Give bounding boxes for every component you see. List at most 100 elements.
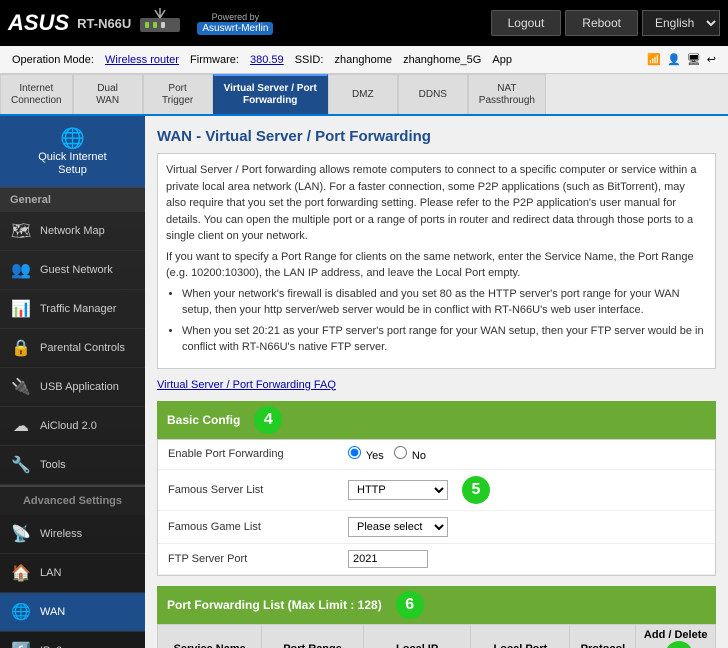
lan-icon: 🏠	[10, 562, 32, 584]
famous-game-row: Famous Game List Please select	[158, 511, 715, 544]
sidebar-advanced-title: Advanced Settings	[0, 485, 145, 515]
ftp-port-control	[348, 550, 428, 568]
desc-bullets: When your network's firewall is disabled…	[166, 286, 707, 356]
tab-dual-wan[interactable]: Dual WAN	[73, 74, 143, 114]
famous-game-select[interactable]: Please select	[348, 517, 448, 537]
logout-button[interactable]: Logout	[491, 10, 562, 36]
sidebar-label-usb-application: USB Application	[40, 381, 119, 394]
wan-icon: 🌐	[10, 601, 32, 623]
sidebar-general-title: General	[0, 187, 145, 212]
famous-server-select[interactable]: HTTP FTP HTTPS SMTP	[348, 480, 448, 500]
ssid-value: zhanghome	[335, 54, 393, 66]
language-select[interactable]: English	[642, 10, 720, 36]
enable-yes-radio[interactable]	[348, 446, 361, 459]
powered-by: Powered by Asuswrt-Merlin	[197, 12, 273, 35]
sidebar: 🌐 Quick Internet Setup General 🗺 Network…	[0, 116, 145, 648]
wifi-icon: 📶	[647, 53, 661, 66]
network-map-icon: 🗺	[10, 220, 32, 242]
firmware-value[interactable]: 380.59	[250, 54, 284, 66]
sidebar-label-lan: LAN	[40, 567, 61, 580]
sidebar-item-wan[interactable]: 🌐 WAN	[0, 593, 145, 632]
col-port-range: Port Range	[262, 624, 363, 648]
parental-controls-icon: 🔒	[10, 337, 32, 359]
sidebar-item-quick-internet[interactable]: 🌐 Quick Internet Setup	[0, 116, 145, 187]
sidebar-item-traffic-manager[interactable]: 📊 Traffic Manager	[0, 290, 145, 329]
tab-virtual-server[interactable]: Virtual Server / Port Forwarding	[213, 74, 328, 114]
sidebar-item-wireless[interactable]: 📡 Wireless	[0, 515, 145, 554]
badge-6: 6	[396, 591, 424, 619]
desc-p1: Virtual Server / Port forwarding allows …	[166, 162, 707, 245]
desc-bullet2: When you set 20:21 as your FTP server's …	[182, 323, 707, 356]
ftp-port-label: FTP Server Port	[168, 553, 348, 565]
aicloud-icon: ☁	[10, 415, 32, 437]
sidebar-item-parental-controls[interactable]: 🔒 Parental Controls	[0, 329, 145, 368]
tab-nav: Internet Connection Dual WAN Port Trigge…	[0, 74, 728, 116]
pf-table-header-row: Service Name Port Range Local IP Local P…	[158, 624, 716, 648]
famous-server-label: Famous Server List	[168, 484, 348, 496]
globe-icon: 🌐	[60, 128, 85, 150]
top-bar: ASUS RT-N66U Powered by Asuswrt-Merlin L…	[0, 0, 728, 46]
sidebar-label-traffic-manager: Traffic Manager	[40, 303, 116, 316]
sidebar-item-lan[interactable]: 🏠 LAN	[0, 554, 145, 593]
famous-game-control: Please select	[348, 517, 448, 537]
sidebar-item-aicloud[interactable]: ☁ AiCloud 2.0	[0, 407, 145, 446]
top-nav-buttons: Logout Reboot English	[491, 10, 720, 36]
sidebar-label-parental-controls: Parental Controls	[40, 342, 125, 355]
sidebar-item-usb-application[interactable]: 🔌 USB Application	[0, 368, 145, 407]
famous-game-label: Famous Game List	[168, 521, 348, 533]
status-bar: Operation Mode: Wireless router Firmware…	[0, 46, 728, 74]
status-icons: 📶 👤 🖥 ↩	[647, 53, 716, 66]
col-protocol: Protocol	[570, 624, 636, 648]
sidebar-item-tools[interactable]: 🔧 Tools	[0, 446, 145, 485]
operation-mode-value[interactable]: Wireless router	[105, 54, 179, 66]
sidebar-label-aicloud: AiCloud 2.0	[40, 420, 97, 433]
description-box: Virtual Server / Port forwarding allows …	[157, 153, 716, 369]
traffic-manager-icon: 📊	[10, 298, 32, 320]
tab-dmz[interactable]: DMZ	[328, 74, 398, 114]
faq-link[interactable]: Virtual Server / Port Forwarding FAQ	[157, 379, 336, 391]
tab-port-trigger[interactable]: Port Trigger	[143, 74, 213, 114]
sidebar-label-guest-network: Guest Network	[40, 264, 113, 277]
main-layout: 🌐 Quick Internet Setup General 🗺 Network…	[0, 116, 728, 648]
user-icon: 👤	[667, 53, 681, 66]
sidebar-label-network-map: Network Map	[40, 225, 105, 238]
tab-nat-passthrough[interactable]: NAT Passthrough	[468, 74, 546, 114]
ftp-port-input[interactable]	[348, 550, 428, 568]
badge-5: 5	[462, 476, 490, 504]
port-forwarding-table: Service Name Port Range Local IP Local P…	[157, 624, 716, 648]
sidebar-item-guest-network[interactable]: 👥 Guest Network	[0, 251, 145, 290]
basic-config-header: Basic Config 4	[157, 401, 716, 439]
enable-no-label[interactable]: No	[394, 446, 426, 462]
pf-table-head: Service Name Port Range Local IP Local P…	[158, 624, 716, 648]
arrow-icon: ↩	[707, 53, 716, 66]
sidebar-label-wireless: Wireless	[40, 528, 82, 541]
quick-label: Quick Internet Setup	[10, 151, 135, 177]
logo-area: ASUS RT-N66U	[8, 10, 131, 36]
basic-config-body: Enable Port Forwarding Yes No Famous Ser…	[157, 439, 716, 576]
col-local-port: Local Port	[471, 624, 570, 648]
enable-yes-label[interactable]: Yes	[348, 446, 384, 462]
guest-network-icon: 👥	[10, 259, 32, 281]
sidebar-label-wan: WAN	[40, 606, 65, 619]
firmware-label: Firmware:	[190, 54, 239, 66]
wireless-icon: 📡	[10, 523, 32, 545]
sidebar-item-ipv6[interactable]: 6️⃣ IPv6	[0, 632, 145, 648]
enable-label: Enable Port Forwarding	[168, 448, 348, 460]
tab-ddns[interactable]: DDNS	[398, 74, 468, 114]
model-name: RT-N66U	[77, 16, 131, 31]
col-service-name: Service Name	[158, 624, 262, 648]
router-icon	[135, 6, 185, 40]
enable-no-radio[interactable]	[394, 446, 407, 459]
desc-bullet1: When your network's firewall is disabled…	[182, 286, 707, 319]
display-icon: 🖥	[687, 53, 701, 66]
asus-logo: ASUS	[8, 10, 69, 36]
reboot-button[interactable]: Reboot	[565, 10, 638, 36]
tools-icon: 🔧	[10, 454, 32, 476]
tab-internet[interactable]: Internet Connection	[0, 74, 73, 114]
basic-config-label: Basic Config	[167, 413, 240, 427]
page-title: WAN - Virtual Server / Port Forwarding	[157, 128, 716, 145]
sidebar-label-tools: Tools	[40, 459, 66, 472]
col-add-delete: Add / Delete 7	[636, 624, 716, 648]
sidebar-item-network-map[interactable]: 🗺 Network Map	[0, 212, 145, 251]
ftp-port-row: FTP Server Port	[158, 544, 715, 575]
